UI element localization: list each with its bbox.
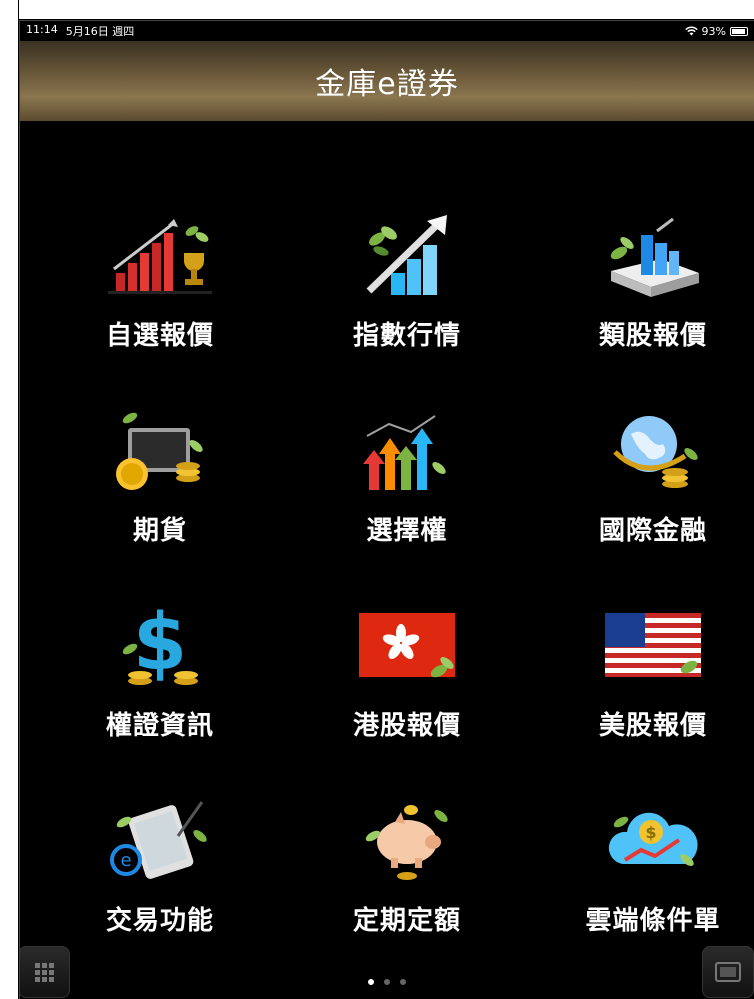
svg-text:e: e [120,850,131,871]
status-bar: 11:14 5月16日 週四 93% [20,21,754,41]
stacked-documents-chart-icon [610,217,699,297]
menu-label: 美股報價 [598,711,707,741]
page-indicator[interactable] [20,979,754,985]
status-date: 5月16日 週四 [65,25,135,38]
menu-item-trading[interactable]: e 交易功能 [60,796,260,966]
wifi-icon [684,26,698,36]
monitor-coins-icon [116,412,203,490]
dollar-sign-coins-icon: $ [122,601,198,688]
menu-label: 指數行情 [352,321,461,351]
screen-icon [715,962,741,982]
page-dot-2[interactable] [384,979,390,985]
menu-label: 自選報價 [105,321,214,351]
menu-label: 權證資訊 [105,711,214,741]
menu-item-index[interactable]: 指數行情 [307,211,507,381]
battery-icon [730,26,748,36]
page-dot-3[interactable] [400,979,406,985]
menu-label: 定期定額 [352,906,461,936]
title-bar: 金庫e證券 [20,41,754,121]
menu-label: 雲端條件單 [585,906,721,936]
app-screen: 11:14 5月16日 週四 93% 金庫e證券 自選報價 指數行情 類股報價 … [19,20,754,999]
colored-arrows-chart-icon [363,415,446,490]
window-frame-top [0,0,754,20]
menu-label: 港股報價 [352,711,461,741]
rising-bar-chart-trophy-icon [108,219,212,294]
menu-item-regular-investment[interactable]: 定期定額 [307,796,507,966]
tablet-stylus-icon: e [110,801,207,879]
window-frame-left [0,0,19,999]
app-title: 金庫e證券 [315,67,459,102]
menu-item-intl-finance[interactable]: 國際金融 [553,406,753,576]
apps-grid-button[interactable] [20,946,70,998]
menu-item-us-stocks[interactable]: 美股報價 [553,601,753,771]
menu-item-watchlist[interactable]: 自選報價 [60,211,260,381]
menu-item-options[interactable]: 選擇權 [307,406,507,576]
menu-label: 國際金融 [598,516,707,546]
menu-item-sector[interactable]: 類股報價 [553,211,753,381]
rising-arrow-chart-icon [366,215,447,295]
menu-item-hk-stocks[interactable]: 港股報價 [307,601,507,771]
menu-label: 選擇權 [366,516,448,546]
us-flag-icon [605,613,701,677]
menu-item-cloud-order[interactable]: $ 雲端條件單 [553,796,753,966]
menu-label: 交易功能 [105,906,214,936]
piggy-bank-icon [365,805,448,880]
cloud-dollar-icon: $ [608,812,698,866]
menu-label: 期貨 [132,516,187,546]
screen-toggle-button[interactable] [702,946,754,998]
page-dot-1[interactable] [368,979,374,985]
svg-text:$: $ [645,823,656,842]
status-time: 11:14 [26,23,58,36]
globe-coins-icon [613,416,698,488]
menu-label: 類股報價 [598,321,707,351]
battery-percent: 93% [701,24,726,38]
hong-kong-flag-icon [359,613,455,678]
menu-item-futures[interactable]: 期貨 [60,406,260,576]
menu-item-warrants[interactable]: $ 權證資訊 [60,601,260,771]
